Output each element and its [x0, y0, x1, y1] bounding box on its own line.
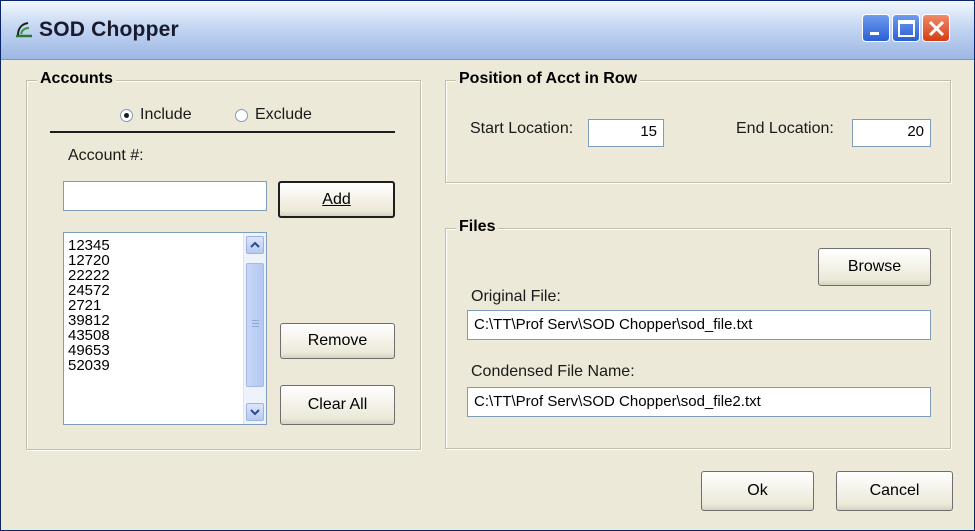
scroll-thumb[interactable] [246, 263, 264, 387]
list-item[interactable]: 43508 [64, 328, 266, 343]
radio-selected-dot [124, 113, 129, 118]
browse-button[interactable]: Browse [818, 248, 931, 286]
clear-all-button[interactable]: Clear All [280, 385, 395, 425]
grip-line [252, 320, 259, 321]
accounts-listbox[interactable]: 12345 12720 22222 24572 2721 39812 43508… [63, 232, 267, 425]
ok-button-label: Ok [747, 482, 768, 499]
browse-button-label: Browse [847, 258, 902, 275]
cancel-button[interactable]: Cancel [836, 471, 953, 511]
maximize-button[interactable] [892, 14, 920, 42]
account-number-label: Account #: [68, 147, 144, 164]
close-icon [928, 20, 945, 37]
ok-button[interactable]: Ok [701, 471, 814, 511]
list-item[interactable]: 39812 [64, 313, 266, 328]
maximize-icon [898, 20, 915, 37]
list-item[interactable]: 2721 [64, 298, 266, 313]
sod-chopper-app-icon [16, 22, 32, 38]
list-scrollbar[interactable] [243, 233, 266, 424]
start-location-label: Start Location: [470, 120, 574, 137]
accounts-list: 12345 12720 22222 24572 2721 39812 43508… [64, 233, 266, 373]
grip-line [252, 326, 259, 327]
accounts-divider [50, 131, 395, 133]
add-button[interactable]: Add [278, 181, 395, 218]
minimize-icon [870, 32, 879, 35]
chevron-up-icon [250, 241, 260, 248]
add-button-label: Add [322, 191, 351, 208]
exclude-label[interactable]: Exclude [255, 106, 312, 124]
chevron-down-icon [250, 409, 260, 416]
condensed-file-label: Condensed File Name: [471, 363, 635, 380]
include-label[interactable]: Include [140, 106, 192, 124]
sod-chopper-window: SOD Chopper Accounts Include Exclude Acc… [0, 0, 975, 531]
list-item[interactable]: 24572 [64, 283, 266, 298]
exclude-radio[interactable] [235, 109, 248, 122]
end-location-label: End Location: [736, 120, 834, 137]
original-file-label: Original File: [471, 288, 561, 305]
title-bar[interactable]: SOD Chopper [1, 1, 974, 60]
list-item[interactable]: 22222 [64, 268, 266, 283]
list-item[interactable]: 49653 [64, 343, 266, 358]
minimize-button[interactable] [862, 14, 890, 42]
remove-button[interactable]: Remove [280, 323, 395, 359]
original-file-input[interactable]: C:\TT\Prof Serv\SOD Chopper\sod_file.txt [467, 310, 931, 340]
start-location-input[interactable]: 15 [588, 119, 664, 147]
include-radio[interactable] [120, 109, 133, 122]
window-title: SOD Chopper [39, 18, 179, 41]
cancel-button-label: Cancel [869, 482, 920, 499]
end-location-input[interactable]: 20 [852, 119, 931, 147]
scroll-up-button[interactable] [246, 236, 264, 254]
close-button[interactable] [922, 14, 950, 42]
list-item[interactable]: 12345 [64, 238, 266, 253]
remove-button-label: Remove [307, 332, 368, 349]
position-group-title: Position of Acct in Row [456, 70, 641, 88]
list-item[interactable]: 12720 [64, 253, 266, 268]
scroll-down-button[interactable] [246, 403, 264, 421]
account-number-input[interactable] [63, 181, 267, 211]
files-group-title: Files [456, 218, 499, 236]
clear-all-button-label: Clear All [307, 396, 368, 413]
accounts-group-title: Accounts [37, 70, 116, 88]
grip-line [252, 323, 259, 324]
list-item[interactable]: 52039 [64, 358, 266, 373]
condensed-file-input[interactable]: C:\TT\Prof Serv\SOD Chopper\sod_file2.tx… [467, 387, 931, 417]
